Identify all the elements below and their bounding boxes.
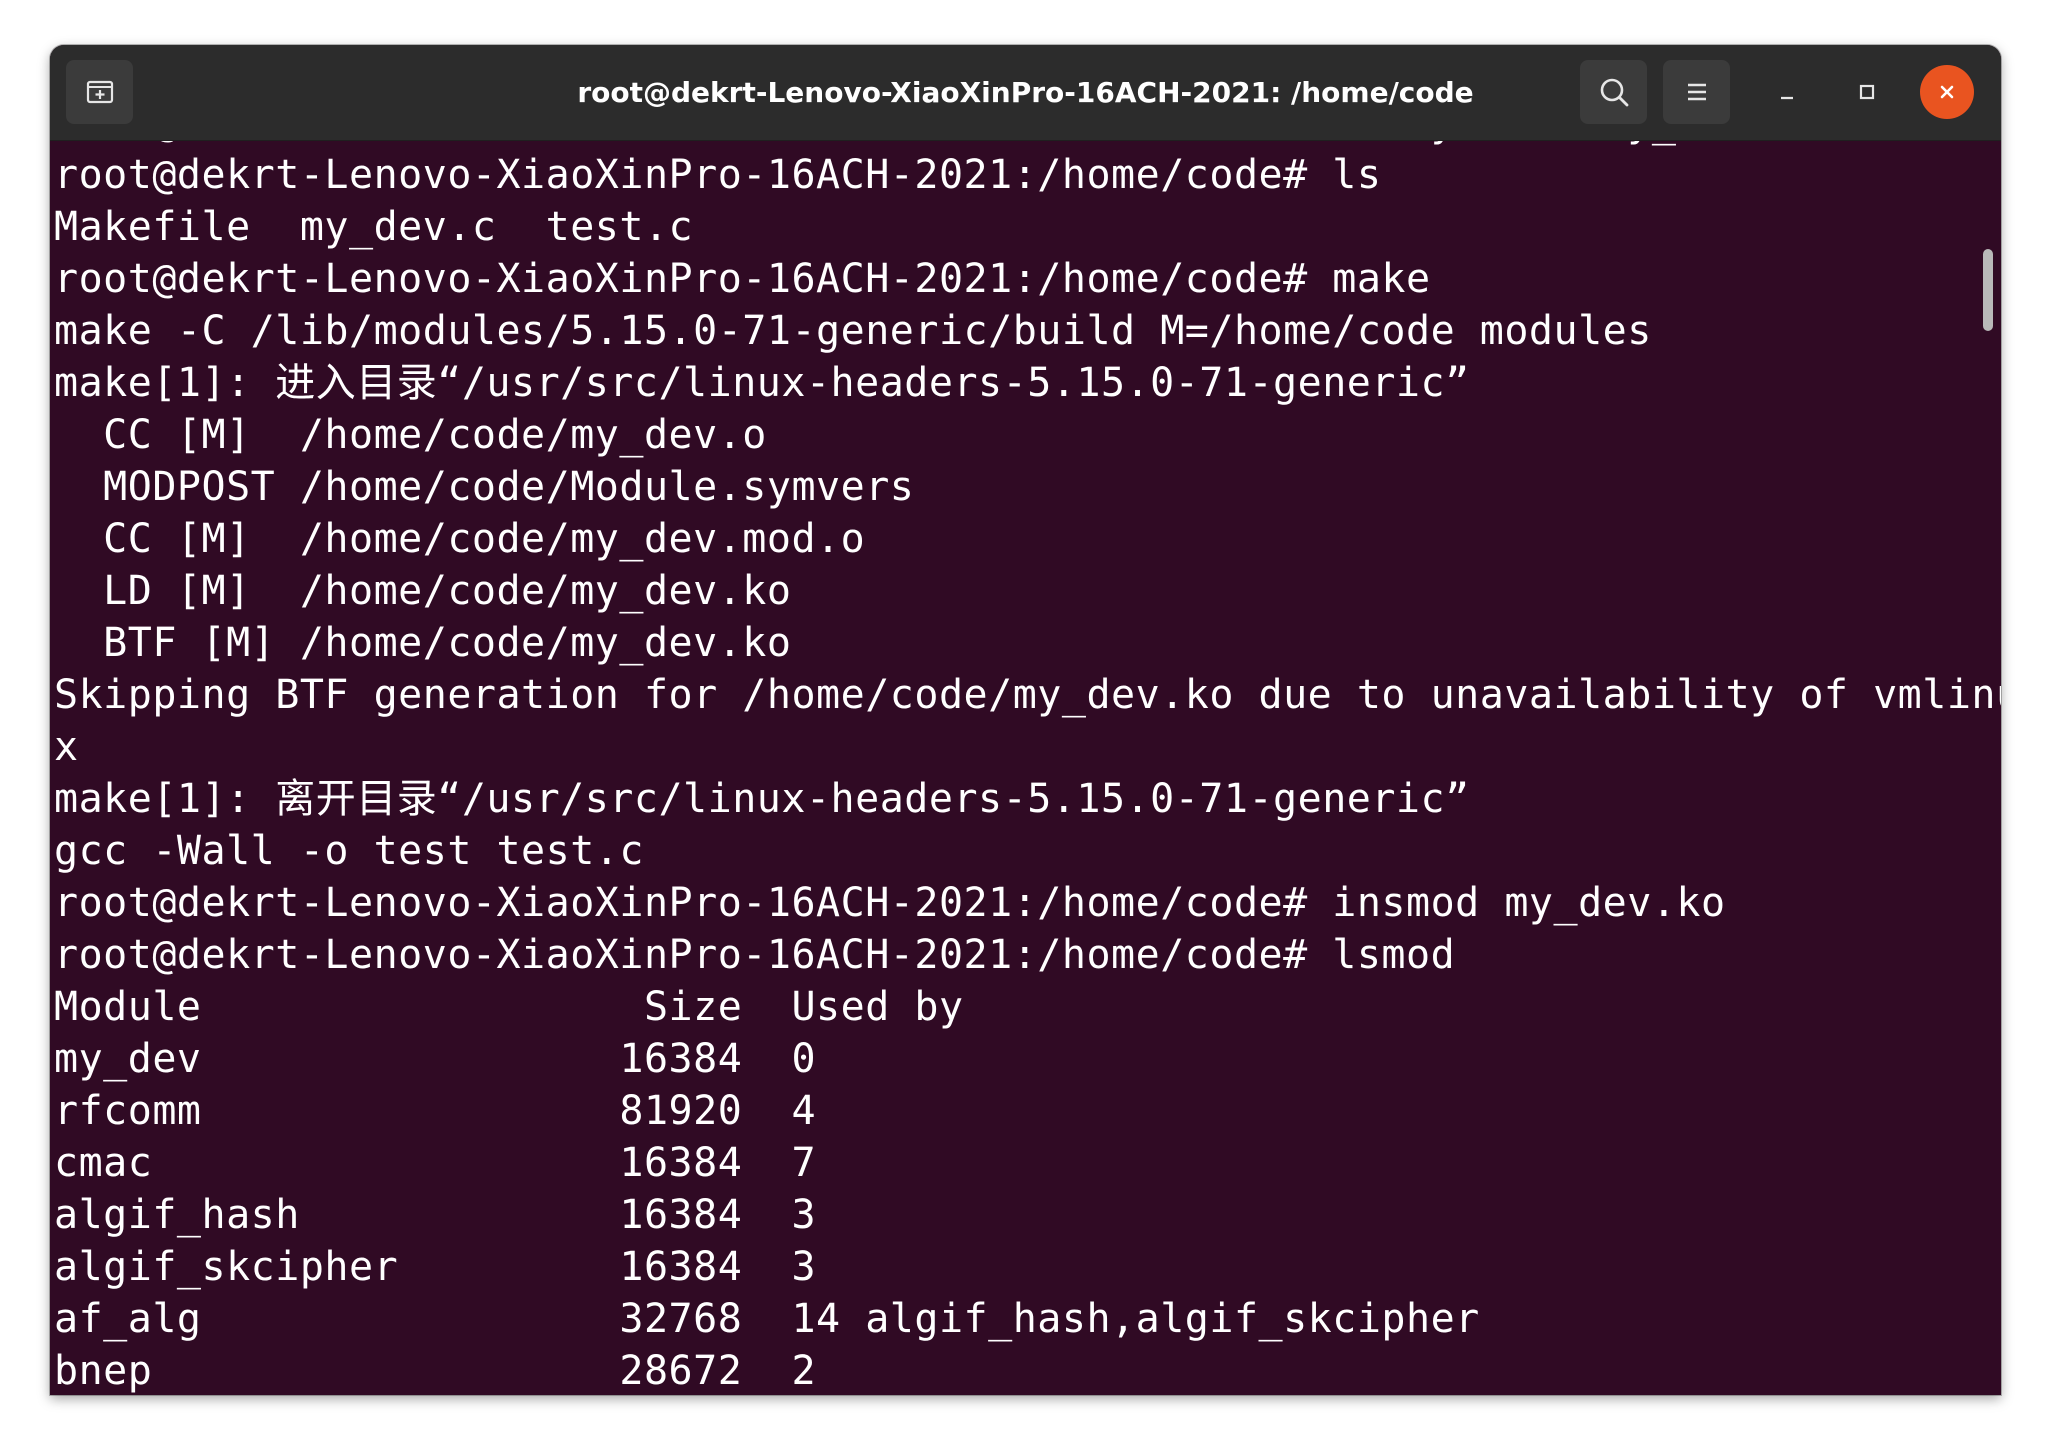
terminal-line: Skipping BTF generation for /home/code/m… bbox=[54, 672, 2001, 718]
new-tab-icon bbox=[86, 80, 113, 104]
terminal-line: bnep 28672 2 bbox=[54, 1348, 817, 1394]
terminal-line: make -C /lib/modules/5.15.0-71-generic/b… bbox=[54, 308, 1652, 354]
terminal-line: af_alg 32768 14 algif_hash,algif_skciphe… bbox=[54, 1296, 1480, 1342]
terminal-line: my_dev 16384 0 bbox=[54, 1036, 817, 1082]
terminal-line: CC [M] /home/code/my_dev.o bbox=[54, 412, 767, 458]
maximize-icon bbox=[1859, 84, 1875, 100]
terminal-lines: root@dekrt-Lenovo-XiaoXinPro-16ACH-2021:… bbox=[54, 141, 2001, 1395]
terminal-line: CC [M] /home/code/my_dev.mod.o bbox=[54, 516, 866, 562]
terminal-line: root@dekrt-Lenovo-XiaoXinPro-16ACH-2021:… bbox=[54, 932, 1456, 978]
terminal-line: LD [M] /home/code/my_dev.ko bbox=[54, 568, 792, 614]
terminal-line: Makefile my_dev.c test.c bbox=[54, 204, 694, 250]
menu-button[interactable] bbox=[1663, 60, 1730, 124]
terminal-line: algif_skcipher 16384 3 bbox=[54, 1244, 817, 1290]
search-button[interactable] bbox=[1580, 60, 1647, 124]
terminal-line: gcc -Wall -o test test.c bbox=[54, 828, 644, 874]
title-bar[interactable]: root@dekrt-Lenovo-XiaoXinPro-16ACH-2021:… bbox=[50, 45, 2001, 141]
terminal-line: root@dekrt-Lenovo-XiaoXinPro-16ACH-2021:… bbox=[54, 141, 2001, 149]
terminal-line: cmac 16384 7 bbox=[54, 1140, 817, 1186]
terminal-line: BTF [M] /home/code/my_dev.ko bbox=[54, 620, 792, 666]
maximize-button[interactable] bbox=[1840, 65, 1894, 119]
hamburger-menu-icon bbox=[1687, 83, 1706, 101]
close-button[interactable] bbox=[1920, 65, 1974, 119]
search-icon bbox=[1600, 78, 1628, 107]
close-icon bbox=[1940, 85, 1954, 99]
terminal-line: algif_hash 16384 3 bbox=[54, 1192, 817, 1238]
terminal-line: MODPOST /home/code/Module.symvers bbox=[54, 464, 915, 510]
terminal-line: rfcomm 81920 4 bbox=[54, 1088, 817, 1134]
terminal-line: make[1]: 离开目录“/usr/src/linux-headers-5.1… bbox=[54, 776, 1470, 822]
terminal-line: make[1]: 进入目录“/usr/src/linux-headers-5.1… bbox=[54, 360, 1470, 406]
terminal-output[interactable]: root@dekrt-Lenovo-XiaoXinPro-16ACH-2021:… bbox=[50, 141, 2001, 1395]
terminal-line: root@dekrt-Lenovo-XiaoXinPro-16ACH-2021:… bbox=[54, 152, 1382, 198]
terminal-line: root@dekrt-Lenovo-XiaoXinPro-16ACH-2021:… bbox=[54, 880, 1726, 926]
new-tab-button[interactable] bbox=[66, 60, 133, 124]
terminal-window: root@dekrt-Lenovo-XiaoXinPro-16ACH-2021:… bbox=[50, 45, 2001, 1395]
terminal-line: x bbox=[54, 724, 79, 770]
scrollbar-thumb[interactable] bbox=[1983, 249, 1993, 331]
minimize-icon bbox=[1781, 96, 1793, 100]
minimize-button[interactable] bbox=[1760, 65, 1814, 119]
terminal-line: Module Size Used by bbox=[54, 984, 964, 1030]
terminal-line: root@dekrt-Lenovo-XiaoXinPro-16ACH-2021:… bbox=[54, 256, 1431, 302]
